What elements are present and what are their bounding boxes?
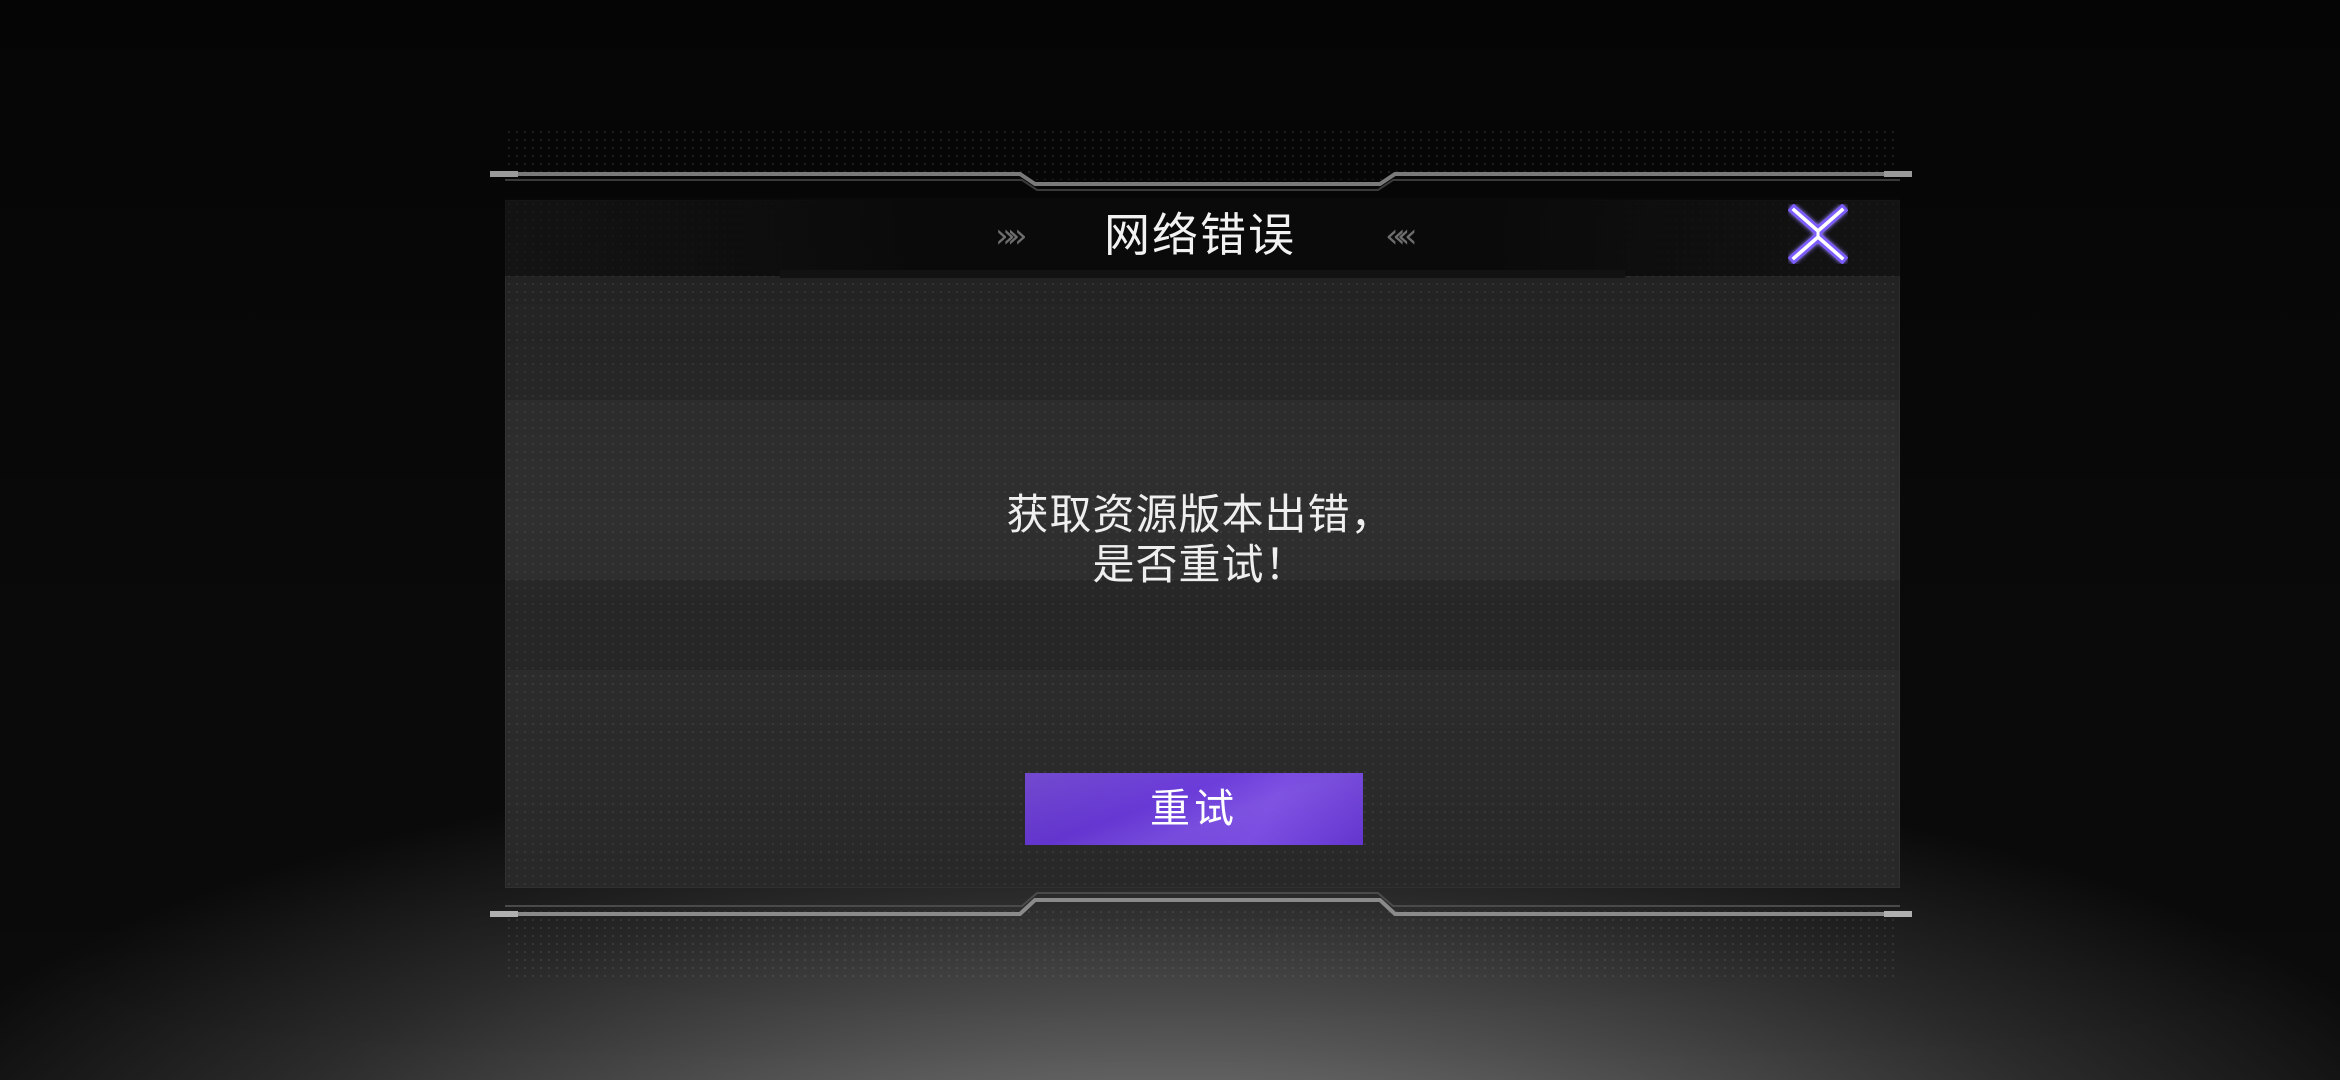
error-message-line-1: 获取资源版本出错， (1006, 490, 1394, 539)
frame-bottom-line (490, 892, 1912, 917)
close-button[interactable] (1787, 203, 1849, 265)
title-chevron-left-icon: »» (995, 216, 1027, 256)
error-message-line-2: 是否重试！ (1092, 540, 1308, 589)
retry-button-label: 重试 (1150, 786, 1238, 832)
dialog-title: 网络错误 (1104, 208, 1296, 262)
title-chevron-right-icon: «« (1385, 216, 1417, 256)
close-x-icon (1787, 203, 1849, 265)
frame-top-line (490, 171, 1912, 191)
retry-button[interactable]: 重试 (1025, 773, 1363, 845)
error-message: 获取资源版本出错， 是否重试！ (870, 490, 1530, 590)
